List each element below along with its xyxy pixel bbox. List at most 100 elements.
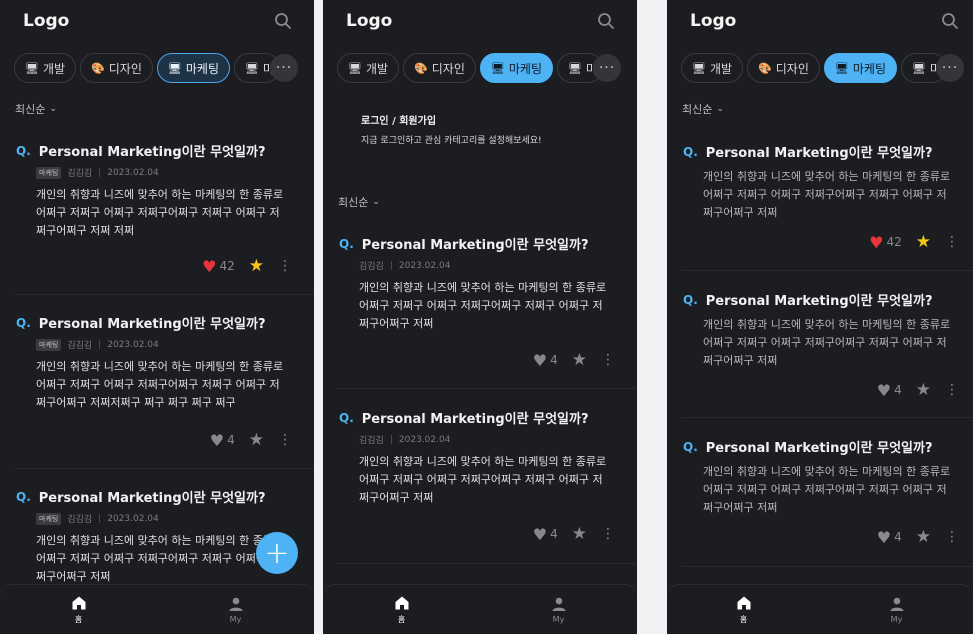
monitor-icon: 🖥: [348, 61, 362, 75]
tab-home[interactable]: 홈: [0, 585, 157, 634]
chip-dev[interactable]: 🖥 개발: [681, 53, 744, 83]
like-button[interactable]: ♥ 4: [210, 431, 235, 450]
kebab-icon[interactable]: ⋮: [945, 530, 959, 544]
logo[interactable]: Logo: [23, 11, 69, 31]
add-question-button[interactable]: +: [256, 532, 298, 574]
star-icon[interactable]: ★: [916, 380, 931, 400]
heart-icon: ♥: [202, 256, 217, 276]
star-icon[interactable]: ★: [916, 232, 931, 252]
kebab-icon[interactable]: ⋮: [278, 259, 292, 273]
category-tag: 마케팅: [36, 166, 62, 179]
search-icon[interactable]: [941, 12, 959, 30]
chip-design[interactable]: 🎨 디자인: [747, 53, 820, 83]
title-text: Personal Marketing이란 무엇일까?: [361, 238, 589, 253]
more-categories-button[interactable]: ···: [593, 54, 621, 82]
monitor-icon: 🖥: [25, 61, 39, 75]
like-button[interactable]: ♥ 4: [877, 381, 902, 400]
kebab-icon[interactable]: ⋮: [601, 527, 615, 541]
chip-marketing[interactable]: 🖥 마케팅: [823, 53, 897, 83]
question-card[interactable]: Q. Personal Marketing이란 무엇일까? 김김김 | 2023.02…: [323, 234, 637, 333]
question-body: 개인의 취향과 니즈에 맞추어 하는 마케팅의 한 종류로 어쩌구 저쩌구 어쩌…: [703, 318, 951, 367]
chip-label: 개발: [42, 61, 66, 76]
tab-my[interactable]: My: [480, 585, 637, 634]
sort-label: 최신순: [682, 103, 713, 116]
like-button[interactable]: ♥ 42: [869, 233, 902, 252]
question-card[interactable]: Q. Personal Marketing이란 무엇일까? 개인의 취향과 니즈에…: [667, 142, 973, 222]
login-prompt[interactable]: 로그인 / 회원가입 지금 로그인하고 관심 카테고리를 설정해보세요!: [361, 112, 542, 146]
like-count: 4: [550, 527, 558, 541]
chip-design[interactable]: 🎨 디자인: [80, 53, 153, 83]
question-title: Q. Personal Marketing이란 무엇일까?: [667, 142, 973, 162]
more-categories-button[interactable]: ···: [936, 54, 964, 82]
sort-dropdown[interactable]: 최신순 ⌄: [682, 100, 973, 118]
heart-icon: ♥: [209, 430, 225, 450]
chip-dev[interactable]: 🖥 개발: [337, 53, 400, 83]
plus-icon: +: [264, 535, 290, 571]
date: 2023.02.04: [398, 260, 451, 271]
star-icon[interactable]: ★: [249, 256, 264, 276]
sort-dropdown[interactable]: 최신순 ⌄: [15, 100, 314, 118]
heart-icon: ♥: [532, 524, 548, 544]
home-icon: [72, 596, 85, 609]
question-body: 개인의 취향과 니즈에 맞추어 하는 마케팅의 한 종류로 어쩌구 저쩌구 어쩌…: [359, 281, 607, 330]
logo[interactable]: Logo: [346, 11, 392, 31]
search-icon[interactable]: [274, 12, 292, 30]
divider: [682, 270, 973, 271]
bottom-tab-bar: 홈 My: [667, 584, 973, 634]
chevron-down-icon: ⌄: [49, 104, 57, 114]
title-text: Personal Marketing이란 무엇일까?: [38, 491, 266, 506]
like-count: 4: [227, 433, 235, 447]
question-title: Q. Personal Marketing이란 무엇일까?: [667, 437, 973, 457]
meta-separator: |: [389, 434, 393, 445]
search-icon[interactable]: [597, 12, 615, 30]
phone-screen-3: Logo 🖥개발 🎨디자인 🖥마케팅 🖥마 ··· 최신순⌄ Q. Persona…: [667, 0, 973, 634]
like-button[interactable]: ♥ 4: [533, 351, 558, 370]
tab-home[interactable]: 홈: [323, 585, 480, 634]
more-categories-button[interactable]: ···: [270, 54, 298, 82]
phone-screen-1: Logo 🖥 개발 🎨 디자인 🖥 마케팅 🖥 마 ··· 최신순 ⌄ Q. Persona…: [0, 0, 314, 634]
question-title: Q. Personal Marketing이란 무엇일까?: [0, 141, 314, 161]
kebab-icon[interactable]: ⋮: [945, 235, 959, 249]
q-mark: Q.: [339, 236, 354, 251]
star-icon[interactable]: ★: [249, 430, 264, 450]
monitor-icon: 🖥: [244, 61, 259, 75]
kebab-icon[interactable]: ⋮: [945, 383, 959, 397]
star-icon[interactable]: ★: [916, 527, 931, 547]
date: 2023.02.04: [107, 513, 159, 524]
chip-dev[interactable]: 🖥 개발: [14, 53, 77, 83]
monitor-icon: 🖥: [490, 61, 505, 75]
like-button[interactable]: ♥ 4: [877, 528, 902, 547]
question-title: Q. Personal Marketing이란 무엇일까?: [0, 487, 314, 507]
tab-home[interactable]: 홈: [667, 585, 820, 634]
star-icon[interactable]: ★: [572, 350, 587, 370]
sort-dropdown[interactable]: 최신순 ⌄: [338, 193, 380, 211]
meta-separator: |: [98, 167, 102, 178]
question-card[interactable]: Q. Personal Marketing이란 무엇일까? 마케팅 김김김 | 2023…: [0, 313, 314, 412]
meta-separator: |: [98, 513, 102, 524]
date: 2023.02.04: [398, 434, 451, 445]
star-icon[interactable]: ★: [572, 524, 587, 544]
kebab-icon[interactable]: ⋮: [278, 433, 292, 447]
like-button[interactable]: ♥ 42: [202, 257, 235, 276]
author: 김김김: [67, 169, 93, 179]
kebab-icon[interactable]: ⋮: [601, 353, 615, 367]
logo[interactable]: Logo: [690, 11, 736, 31]
monitor-icon: 🖥: [911, 61, 926, 75]
question-card[interactable]: Q. Personal Marketing이란 무엇일까? 개인의 취향과 니즈에…: [667, 437, 973, 517]
question-card[interactable]: Q. Personal Marketing이란 무엇일까? 마케팅 김김김 | 2023…: [0, 141, 314, 240]
q-mark: Q.: [339, 410, 354, 425]
card-actions: ♥ 4 ★ ⋮: [533, 524, 615, 544]
monitor-icon: 🖥: [167, 61, 182, 75]
category-chips: 🖥개발 🎨디자인 🖥마케팅 🖥마 ···: [667, 51, 973, 85]
question-card[interactable]: Q. Personal Marketing이란 무엇일까? 김김김 | 2023.02…: [323, 408, 637, 507]
question-card[interactable]: Q. Personal Marketing이란 무엇일까? 개인의 취향과 니즈에…: [667, 290, 973, 370]
category-chips: 🖥개발 🎨디자인 🖥마케팅 🖥마 ···: [0, 51, 314, 85]
chip-design[interactable]: 🎨 디자인: [403, 53, 476, 83]
chevron-down-icon: ⌄: [716, 104, 724, 114]
chip-marketing[interactable]: 🖥 마케팅: [479, 53, 553, 83]
more-dots: ···: [598, 60, 616, 76]
chip-marketing[interactable]: 🖥 마케팅: [156, 53, 230, 83]
like-button[interactable]: ♥ 4: [533, 525, 558, 544]
tab-my[interactable]: My: [157, 585, 314, 634]
tab-my[interactable]: My: [820, 585, 973, 634]
